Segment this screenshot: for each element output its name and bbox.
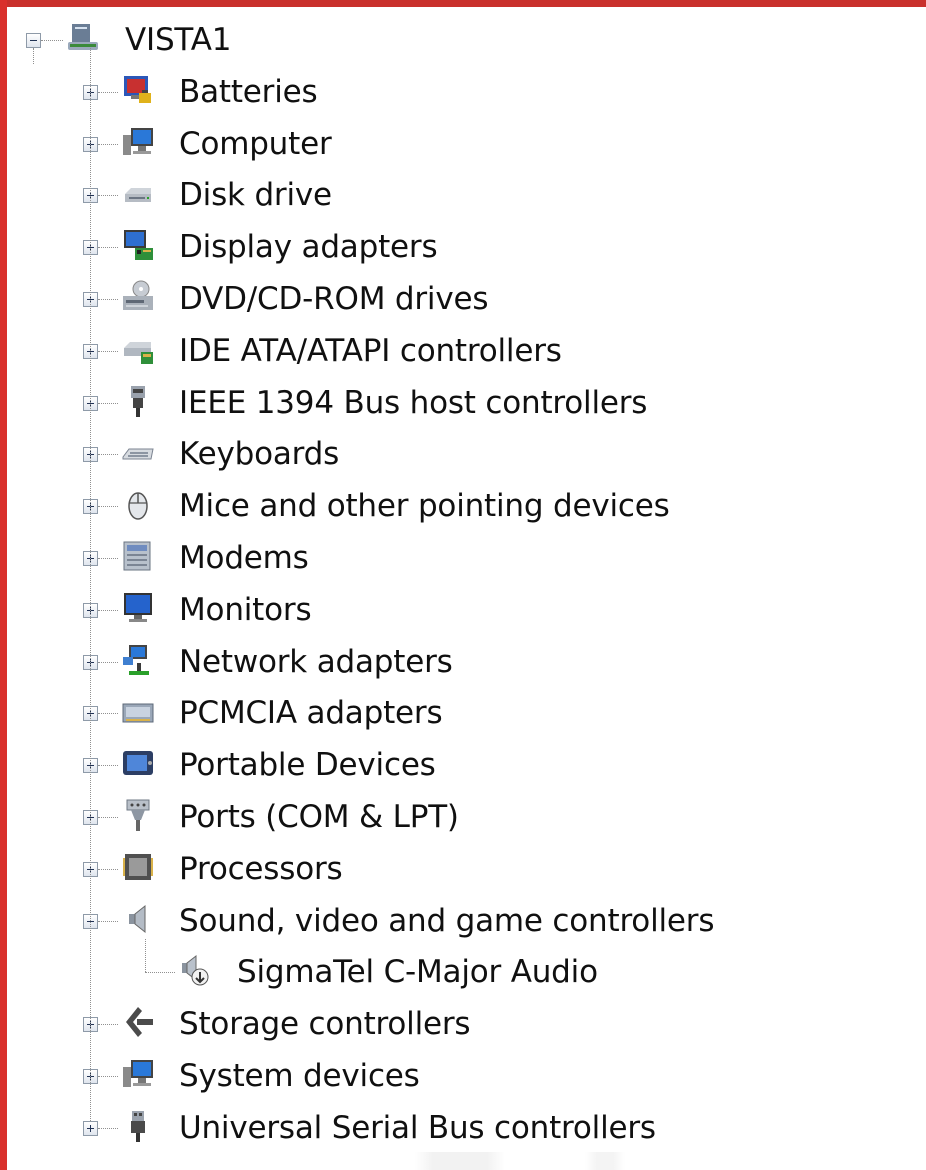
tree-connector	[41, 40, 63, 41]
tree-item-ide-ata-atapi-controllers[interactable]: IDE ATA/ATAPI controllers	[179, 331, 562, 371]
tree-connector	[98, 506, 118, 508]
tree-item-portable-devices[interactable]: Portable Devices	[179, 745, 436, 785]
pcmcia-icon	[121, 694, 155, 728]
tree-item-label: Computer	[179, 125, 332, 162]
tree-item-label: IEEE 1394 Bus host controllers	[179, 384, 648, 421]
tree-item-label: Portable Devices	[179, 747, 436, 784]
tree-connector	[98, 609, 118, 611]
tree-item-processors[interactable]: Processors	[179, 849, 343, 889]
ports-icon	[121, 798, 155, 832]
tree-connector	[98, 868, 118, 870]
tree-connector	[98, 765, 118, 767]
tree-item-label: DVD/CD-ROM drives	[179, 281, 489, 317]
tree-connector	[98, 454, 118, 456]
tree-item-label: Universal Serial Bus controllers	[179, 1109, 656, 1146]
ide-controller-icon	[121, 332, 155, 366]
tree-item-ports-com-lpt[interactable]: Ports (COM & LPT)	[179, 797, 459, 837]
tree-item-sigmatel-c-major-audio[interactable]: SigmaTel C-Major Audio	[237, 952, 598, 992]
disk-drive-icon	[121, 176, 155, 210]
tree-connector	[98, 713, 118, 715]
tree-item-sound-video-and-game-controllers[interactable]: Sound, video and game controllers	[179, 901, 714, 941]
portable-device-icon	[121, 746, 155, 780]
network-adapter-icon	[121, 643, 155, 677]
tree-item-computer[interactable]: Computer	[179, 124, 332, 164]
tree-item-universal-serial-bus-controllers[interactable]: Universal Serial Bus controllers	[179, 1108, 656, 1148]
tree-item-label: Monitors	[179, 591, 312, 628]
tree-connector	[90, 48, 91, 1121]
processor-icon	[121, 850, 155, 884]
tree-item-mice-and-other-pointing-devices[interactable]: Mice and other pointing devices	[179, 486, 670, 526]
tree-connector	[98, 1024, 118, 1026]
keyboard-icon	[121, 435, 155, 469]
tree-item-label: PCMCIA adapters	[179, 695, 443, 732]
tree-item-label: Keyboards	[179, 436, 340, 473]
tree-item-dvd-cd-rom-drives[interactable]: DVD/CD-ROM drives	[179, 279, 488, 319]
tree-connector	[98, 91, 118, 93]
tree-connector	[98, 402, 118, 404]
computer-root-icon	[66, 20, 100, 54]
tree-item-storage-controllers[interactable]: Storage controllers	[179, 1004, 471, 1044]
tree-item-pcmcia-adapters[interactable]: PCMCIA adapters	[179, 693, 443, 733]
mouse-icon	[121, 487, 155, 521]
tree-item-label: Sound, video and game controllers	[179, 902, 715, 939]
tree-item-network-adapters[interactable]: Network adapters	[179, 642, 453, 682]
tree-connector	[145, 972, 175, 974]
tree-connector	[145, 938, 146, 973]
tree-item-label: Mice and other pointing devices	[179, 488, 670, 525]
display-adapter-icon	[121, 228, 155, 262]
tree-connector	[98, 299, 118, 300]
tree-item-ieee-1394-bus-host-controllers[interactable]: IEEE 1394 Bus host controllers	[179, 383, 647, 423]
tree-connector	[98, 661, 118, 663]
tree-connector	[98, 1127, 118, 1129]
usb-icon	[121, 1109, 155, 1143]
tree-item-batteries[interactable]: Batteries	[179, 72, 318, 112]
tree-connector	[98, 143, 118, 145]
tree-item-label: Storage controllers	[179, 1006, 471, 1043]
dvd-drive-icon	[121, 280, 155, 314]
tree-item-label: Modems	[179, 540, 309, 576]
tree-root-vista1[interactable]: VISTA1	[125, 20, 231, 60]
audio-device-icon	[178, 953, 212, 987]
tree-connector	[98, 1076, 118, 1077]
blur-artifact	[585, 1152, 625, 1170]
monitor-icon	[121, 591, 155, 625]
storage-controller-icon	[121, 1005, 155, 1039]
tree-item-monitors[interactable]: Monitors	[179, 590, 312, 630]
system-device-icon	[121, 1057, 155, 1091]
blur-artifact	[415, 1152, 505, 1170]
tree-item-display-adapters[interactable]: Display adapters	[179, 227, 438, 267]
tree-connector	[98, 817, 118, 818]
tree-connector	[98, 195, 118, 197]
ieee1394-icon	[121, 384, 155, 418]
speaker-icon	[121, 902, 155, 936]
tree-connector	[33, 48, 34, 64]
tree-item-label: Network adapters	[179, 643, 453, 680]
tree-connector	[98, 920, 118, 922]
collapse-vista1-button[interactable]	[26, 33, 41, 48]
tree-item-keyboards[interactable]: Keyboards	[179, 434, 339, 474]
tree-item-label: Processors	[179, 850, 343, 887]
tree-connector	[98, 558, 118, 559]
tree-item-label: Disk drive	[179, 177, 332, 214]
tree-item-label: Display adapters	[179, 229, 438, 266]
tree-item-label: System devices	[179, 1058, 420, 1094]
modem-icon	[121, 539, 155, 573]
tree-item-modems[interactable]: Modems	[179, 538, 309, 578]
batteries-icon	[121, 73, 155, 107]
tree-item-label: SigmaTel C-Major Audio	[237, 954, 598, 991]
device-tree: VISTA1 Batteries Computer Disk drive Display…	[0, 0, 926, 1170]
tree-item-label: Batteries	[179, 73, 318, 110]
tree-item-label: IDE ATA/ATAPI controllers	[179, 332, 562, 369]
tree-item-system-devices[interactable]: System devices	[179, 1056, 420, 1096]
computer-icon	[121, 125, 155, 159]
expand-universal-serial-bus-controllers-button[interactable]	[83, 1120, 98, 1136]
tree-item-label: Ports (COM & LPT)	[179, 799, 459, 835]
tree-connector	[98, 247, 118, 249]
tree-connector	[98, 350, 118, 352]
tree-item-disk-drive[interactable]: Disk drive	[179, 175, 332, 215]
tree-root-label: VISTA1	[125, 22, 232, 58]
